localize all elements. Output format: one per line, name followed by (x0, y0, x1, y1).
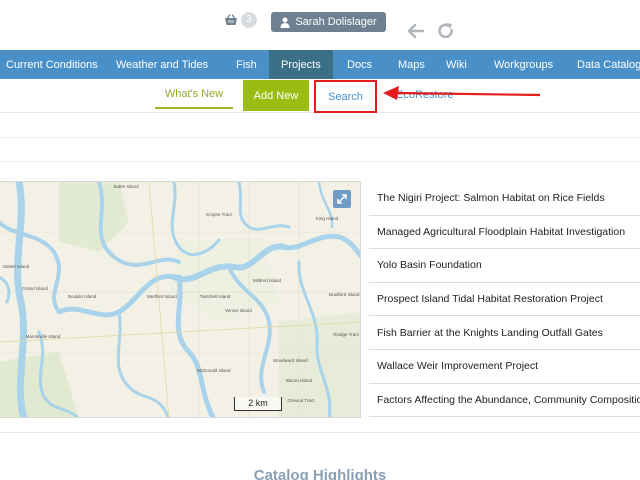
sub-nav: What's New Add New Search EcoRestore (0, 79, 640, 113)
nav-item-wiki[interactable]: Wiki (435, 50, 483, 79)
nav-item-maps[interactable]: Maps (384, 50, 435, 79)
nav-item-weather-and-tides[interactable]: Weather and Tides (110, 50, 223, 79)
map-scale-bar: 2 km (234, 397, 282, 411)
project-map[interactable]: Grand Island Sutter Island Empire Tract … (0, 181, 361, 418)
history-controls (407, 22, 455, 40)
search-tab[interactable]: Search (314, 80, 377, 113)
map-label: Bacon Island (285, 378, 313, 383)
user-menu-button[interactable]: Sarah Dolislager (271, 12, 386, 32)
main-nav: Current Conditions Weather and Tides Fis… (0, 50, 640, 79)
nav-item-projects[interactable]: Projects (269, 50, 333, 79)
tab-whats-new[interactable]: What's New (155, 88, 233, 109)
map-label: Venice Island (225, 308, 252, 313)
map-label: Empire Tract (206, 212, 232, 217)
map-label: Twitchell Island (199, 294, 231, 299)
nav-item-fish[interactable]: Fish (223, 50, 269, 79)
project-list-item[interactable]: Yolo Basin Foundation (369, 249, 640, 283)
refresh-icon[interactable] (437, 22, 455, 40)
section-divider (0, 432, 640, 433)
user-icon (280, 17, 290, 28)
project-list-item[interactable]: Fish Barrier at the Knights Landing Outf… (369, 316, 640, 350)
map-label: Staten Island (2, 264, 30, 269)
cart[interactable]: 3 (223, 12, 257, 28)
divider-strip (0, 137, 640, 162)
arrow-left-icon[interactable] (407, 22, 425, 40)
project-list-item[interactable]: Prospect Island Tidal Habitat Restoratio… (369, 283, 640, 317)
project-list-item[interactable]: Factors Affecting the Abundance, Communi… (369, 384, 640, 418)
map-label: Sutter Island (113, 184, 139, 189)
map-label: Grand Island (22, 286, 48, 291)
nav-item-workgroups[interactable]: Workgroups (483, 50, 564, 79)
expand-map-button[interactable] (333, 190, 351, 208)
annotation-arrow (383, 86, 541, 100)
add-new-button[interactable]: Add New (243, 80, 309, 111)
basket-icon (225, 14, 237, 25)
map-label: King Island (315, 216, 339, 221)
nav-item-current-conditions[interactable]: Current Conditions (0, 50, 110, 79)
map-label: Mandeville Island (25, 334, 61, 339)
map-label: Bradford Island (329, 292, 360, 297)
cart-count-badge: 3 (241, 12, 257, 28)
expand-icon (337, 194, 347, 204)
map-label: Bouldin Island (68, 294, 97, 299)
map-label: Orwood Tract (287, 398, 315, 403)
nav-item-data-catalog[interactable]: Data Catalog (564, 50, 640, 79)
map-label: McDonald Island (197, 368, 231, 373)
project-list-item[interactable]: Wallace Weir Improvement Project (369, 350, 640, 384)
map-label: Rindge Tract (333, 332, 359, 337)
map-label: Medford Island (147, 294, 177, 299)
nav-item-docs[interactable]: Docs (333, 50, 384, 79)
map-label: Mildred Island (253, 278, 282, 283)
catalog-highlights-heading: Catalog Highlights (253, 467, 387, 480)
project-list: The Nigiri Project: Salmon Habitat on Ri… (369, 182, 640, 418)
top-bar: 3 Sarah Dolislager (0, 0, 640, 50)
project-list-item[interactable]: Managed Agricultural Floodplain Habitat … (369, 216, 640, 250)
user-name: Sarah Dolislager (295, 16, 377, 28)
project-list-item[interactable]: The Nigiri Project: Salmon Habitat on Ri… (369, 182, 640, 216)
map-label: Woodward Island (273, 358, 308, 363)
